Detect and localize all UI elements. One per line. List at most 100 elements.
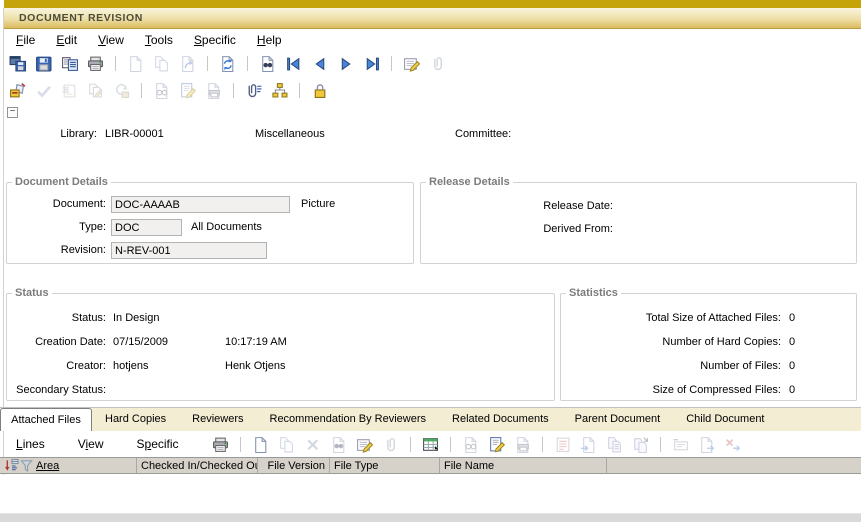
- menu-specific[interactable]: Specific: [137, 437, 179, 451]
- title-bar: DOCUMENT REVISION: [4, 8, 861, 29]
- tab-reviewers[interactable]: Reviewers: [179, 408, 256, 431]
- type-label: Type:: [15, 221, 106, 233]
- tab-recommendation-by-reviewers[interactable]: Recommendation By Reviewers: [257, 408, 440, 431]
- document-toolbar: [4, 77, 861, 103]
- derived-from-label: Derived From:: [481, 223, 613, 235]
- release-details-group: Release Details Release Date: Derived Fr…: [420, 182, 857, 264]
- creation-date-value: 07/15/2009: [113, 336, 168, 348]
- revert-icon: [179, 55, 196, 72]
- creator-name: Henk Otjens: [225, 360, 286, 372]
- edit-note-icon[interactable]: [356, 436, 373, 453]
- tab-hard-copies[interactable]: Hard Copies: [92, 408, 179, 431]
- tab-menu-bar: Lines View Specific: [4, 431, 861, 457]
- print-document-icon: [514, 436, 531, 453]
- menu-file[interactable]: File: [16, 33, 35, 47]
- area-sort-link[interactable]: Area: [36, 459, 59, 473]
- check-in-out-icon[interactable]: [9, 82, 26, 99]
- hard-copies-count-value: 0: [789, 336, 795, 348]
- save-exit-icon[interactable]: [9, 55, 26, 72]
- first-record-icon[interactable]: [285, 55, 302, 72]
- library-description: Miscellaneous: [255, 128, 325, 140]
- toolbar-separator: [391, 56, 392, 71]
- edit-document-icon[interactable]: [488, 436, 505, 453]
- compressed-files-size-label: Size of Compressed Files:: [571, 384, 781, 396]
- menu-specific[interactable]: Specific: [194, 33, 236, 47]
- toolbar-separator: [141, 83, 142, 98]
- creator-value: hotjens: [113, 360, 148, 372]
- edit-note-icon[interactable]: [403, 55, 420, 72]
- save-new-icon[interactable]: [61, 55, 78, 72]
- compressed-files-size-value: 0: [789, 384, 795, 396]
- prev-record-icon[interactable]: [311, 55, 328, 72]
- status-legend: Status: [12, 287, 52, 299]
- tab-strip: Attached FilesHard CopiesReviewersRecomm…: [0, 407, 861, 431]
- toolbar-separator: [115, 56, 116, 71]
- column-header-area[interactable]: Area: [0, 458, 137, 473]
- menu-help[interactable]: Help: [257, 33, 282, 47]
- revision-field[interactable]: [111, 242, 267, 259]
- document-description: Picture: [301, 198, 335, 210]
- menu-lines[interactable]: Lines: [16, 437, 45, 451]
- menu-edit[interactable]: Edit: [56, 33, 77, 47]
- menu-tools[interactable]: Tools: [145, 33, 173, 47]
- library-label: Library:: [20, 128, 97, 140]
- attachment-lines-icon[interactable]: [245, 82, 262, 99]
- toolbar-separator: [233, 83, 234, 98]
- approve-icon: [35, 82, 52, 99]
- view-document-icon: [153, 82, 170, 99]
- export-line-icon: [698, 436, 715, 453]
- edit-document-icon: [179, 82, 196, 99]
- tab-child-document[interactable]: Child Document: [673, 408, 777, 431]
- table-row[interactable]: [0, 494, 861, 514]
- window-accent-strip: [4, 0, 861, 8]
- status-label: Status:: [7, 312, 106, 324]
- library-value: LIBR-00001: [105, 128, 164, 140]
- revision-label: Revision:: [15, 244, 106, 256]
- toolbar-separator: [207, 56, 208, 71]
- column-header-file-name[interactable]: File Name: [440, 458, 607, 473]
- document-revision-window: DOCUMENT REVISION File Edit View Tools Speci…: [0, 0, 861, 522]
- creator-label: Creator:: [7, 360, 106, 372]
- hierarchy-tree-icon[interactable]: [271, 82, 288, 99]
- lock-icon[interactable]: [311, 82, 328, 99]
- menu-view[interactable]: View: [78, 437, 104, 451]
- delete-icon: [304, 436, 321, 453]
- toolbar-separator: [410, 437, 411, 452]
- sort-icon[interactable]: [4, 458, 19, 473]
- grid-view-icon[interactable]: [422, 436, 439, 453]
- menu-view[interactable]: View: [98, 33, 124, 47]
- statistics-legend: Statistics: [566, 287, 621, 299]
- copy-line-icon: [606, 436, 623, 453]
- toolbar-separator: [247, 56, 248, 71]
- creation-time-value: 10:17:19 AM: [225, 336, 287, 348]
- column-header-file-version[interactable]: File Version: [258, 458, 330, 473]
- table-row[interactable]: [0, 475, 861, 495]
- toolbar-separator: [450, 437, 451, 452]
- document-label: Document:: [15, 198, 106, 210]
- column-header-checked-in-checked-out[interactable]: Checked In/Checked Out: [137, 458, 258, 473]
- print-icon[interactable]: [87, 55, 104, 72]
- new-document-icon[interactable]: [252, 436, 269, 453]
- column-header-file-type[interactable]: File Type: [330, 458, 440, 473]
- collapse-button[interactable]: −: [7, 107, 18, 118]
- tab-attached-files[interactable]: Attached Files: [0, 408, 92, 431]
- attachment-icon: [382, 436, 399, 453]
- release-date-label: Release Date:: [481, 200, 613, 212]
- document-field[interactable]: [111, 196, 290, 213]
- print-icon[interactable]: [212, 436, 229, 453]
- tab-parent-document[interactable]: Parent Document: [562, 408, 674, 431]
- find-icon: [330, 436, 347, 453]
- save-icon[interactable]: [35, 55, 52, 72]
- next-record-icon[interactable]: [337, 55, 354, 72]
- attached-files-size-label: Total Size of Attached Files:: [571, 312, 781, 324]
- find-icon[interactable]: [259, 55, 276, 72]
- filter-icon[interactable]: [19, 458, 34, 473]
- toolbar-separator: [299, 83, 300, 98]
- type-field[interactable]: [111, 219, 182, 236]
- hard-copies-count-label: Number of Hard Copies:: [571, 336, 781, 348]
- copy-edit-icon: [87, 82, 104, 99]
- tab-related-documents[interactable]: Related Documents: [439, 408, 562, 431]
- delete-export-icon: [724, 436, 741, 453]
- last-record-icon[interactable]: [363, 55, 380, 72]
- refresh-icon[interactable]: [219, 55, 236, 72]
